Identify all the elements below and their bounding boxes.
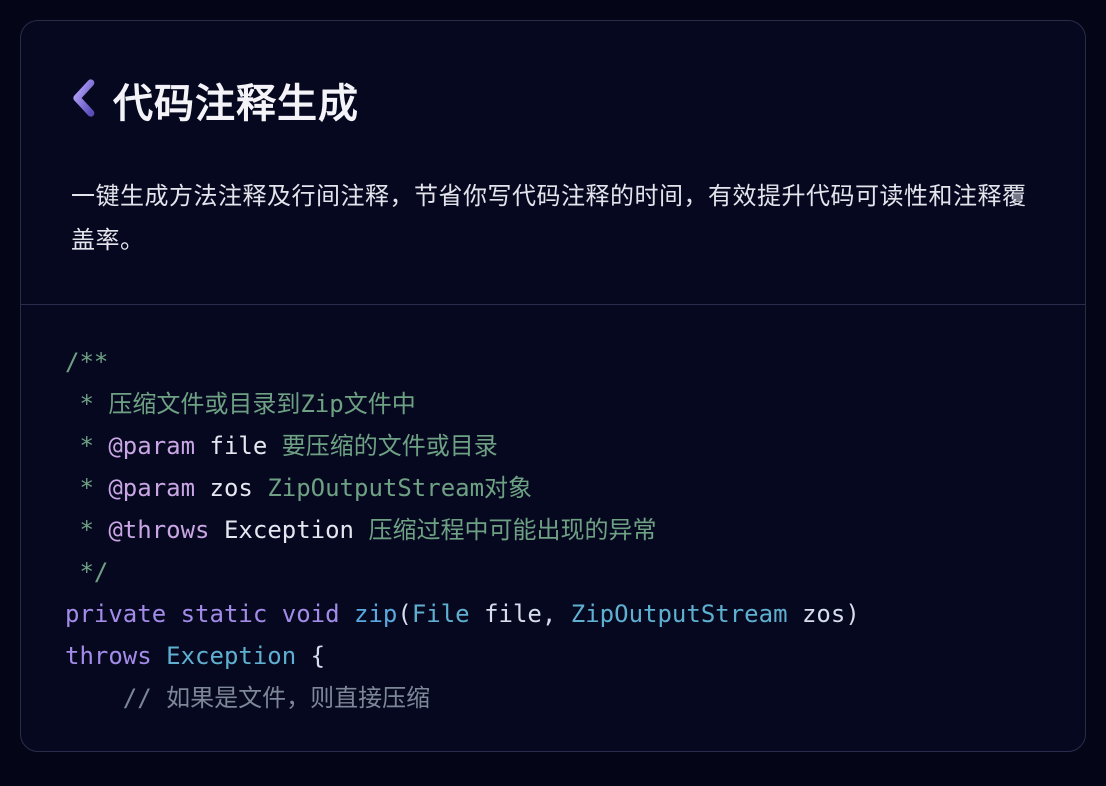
throws-name: Exception [210,516,369,544]
keyword: private [65,600,166,628]
code-star: * [65,474,108,502]
indent [65,684,123,712]
sp [470,600,484,628]
feature-header: 代码注释生成 一键生成方法注释及行间注释，节省你写代码注释的时间，有效提升代码可… [21,21,1085,305]
code-star: * [65,516,108,544]
type: File [412,600,470,628]
line-comment: // 如果是文件，则直接压缩 [123,684,430,712]
type: Exception [166,642,296,670]
var: file [484,600,542,628]
paren: ) [845,600,859,628]
throws-desc: 压缩过程中可能出现的异常 [368,516,656,544]
javadoc-tag: @param [108,432,195,460]
comma: , [542,600,571,628]
param-name: zos [195,474,267,502]
sp [267,600,281,628]
code-line: */ [65,558,108,586]
sp [152,642,166,670]
type: ZipOutputStream [571,600,788,628]
javadoc-tag: @param [108,474,195,502]
chevron-left-icon [71,78,99,123]
title-row: 代码注释生成 [71,71,1035,129]
code-star: * [65,390,108,418]
feature-description: 一键生成方法注释及行间注释，节省你写代码注释的时间，有效提升代码可读性和注释覆盖… [71,175,1035,264]
brace: { [296,642,325,670]
feature-title: 代码注释生成 [113,71,359,129]
paren: ( [397,600,411,628]
code-line: /** [65,348,108,376]
param-desc: 要压缩的文件或目录 [282,432,498,460]
sp [166,600,180,628]
keyword: void [282,600,340,628]
code-block: /** * 压缩文件或目录到Zip文件中 * @param file 要压缩的文… [21,305,1085,751]
feature-card: 代码注释生成 一键生成方法注释及行间注释，节省你写代码注释的时间，有效提升代码可… [20,20,1086,752]
code-text: 压缩文件或目录到Zip文件中 [108,390,415,418]
code-star: * [65,432,108,460]
keyword: throws [65,642,152,670]
function-name: zip [354,600,397,628]
javadoc-tag: @throws [108,516,209,544]
param-name: file [195,432,282,460]
sp [340,600,354,628]
sp [788,600,802,628]
keyword: static [181,600,268,628]
param-desc: ZipOutputStream对象 [267,474,532,502]
var: zos [802,600,845,628]
